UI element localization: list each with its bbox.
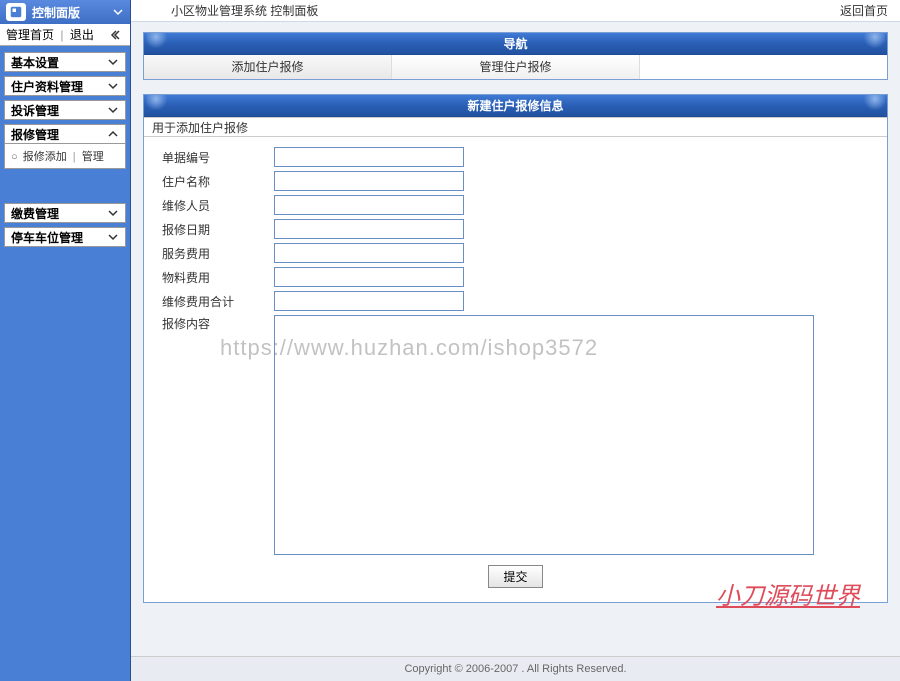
label-material-fee: 物料费用 xyxy=(154,269,274,286)
input-service-fee[interactable] xyxy=(274,243,464,263)
menu-repair[interactable]: 报修管理 xyxy=(4,124,126,144)
input-order-no[interactable] xyxy=(274,147,464,167)
tab-empty xyxy=(640,55,887,79)
sidebar-quick-links: 管理首页 | 退出 xyxy=(0,24,130,46)
menu-resident-info[interactable]: 住户资料管理 xyxy=(4,76,126,96)
menu-label: 投诉管理 xyxy=(11,102,59,119)
chevron-down-icon xyxy=(107,80,119,92)
footer: Copyright © 2006-2007 . All Rights Reser… xyxy=(131,656,900,681)
breadcrumb: 小区物业管理系统 控制面板 xyxy=(171,2,840,19)
input-repair-date[interactable] xyxy=(274,219,464,239)
menu-label: 停车车位管理 xyxy=(11,229,83,246)
sidebar-menu: 基本设置 住户资料管理 投诉管理 报修管理 xyxy=(0,46,130,681)
label-service-fee: 服务费用 xyxy=(154,245,274,262)
chevron-down-icon xyxy=(107,207,119,219)
label-total-fee: 维修费用合计 xyxy=(154,293,274,310)
control-panel-icon xyxy=(6,3,26,21)
submenu-repair-manage[interactable]: 管理 xyxy=(82,151,104,163)
chevron-up-icon xyxy=(107,128,119,140)
bullet-icon: ○ xyxy=(11,151,18,163)
menu-label: 缴费管理 xyxy=(11,205,59,222)
chevron-down-icon xyxy=(107,104,119,116)
menu-payment[interactable]: 缴费管理 xyxy=(4,203,126,223)
nav-panel: 导航 添加住户报修 管理住户报修 xyxy=(143,32,888,80)
form-body: 单据编号 住户名称 维修人员 报修日期 xyxy=(144,137,887,602)
top-bar: 小区物业管理系统 控制面板 返回首页 xyxy=(131,0,900,22)
sidebar-header: 控制面版 xyxy=(0,0,130,24)
label-content: 报修内容 xyxy=(154,315,274,332)
menu-repair-submenu: ○ 报修添加 | 管理 xyxy=(4,144,126,169)
collapse-left-icon[interactable] xyxy=(110,28,124,42)
separator: | xyxy=(60,28,63,42)
label-order-no: 单据编号 xyxy=(154,149,274,166)
chevron-down-icon xyxy=(107,231,119,243)
menu-label: 报修管理 xyxy=(11,126,59,143)
submit-button[interactable]: 提交 xyxy=(488,565,542,588)
form-panel: 新建住户报修信息 用于添加住户报修 单据编号 住户名称 维修人员 xyxy=(143,94,888,603)
separator: | xyxy=(73,151,76,163)
textarea-content[interactable] xyxy=(274,315,814,555)
sidebar: 控制面版 管理首页 | 退出 基本设置 住户资料管理 xyxy=(0,0,130,681)
menu-parking[interactable]: 停车车位管理 xyxy=(4,227,126,247)
back-home-link[interactable]: 返回首页 xyxy=(840,2,888,19)
nav-panel-title: 导航 xyxy=(144,33,887,55)
menu-basic-settings[interactable]: 基本设置 xyxy=(4,52,126,72)
menu-complaint[interactable]: 投诉管理 xyxy=(4,100,126,120)
form-panel-title: 新建住户报修信息 xyxy=(144,95,887,117)
chevron-down-icon[interactable] xyxy=(112,6,124,18)
tab-add-repair[interactable]: 添加住户报修 xyxy=(144,55,392,79)
label-repairman: 维修人员 xyxy=(154,197,274,214)
form-hint: 用于添加住户报修 xyxy=(144,117,887,137)
nav-tabs: 添加住户报修 管理住户报修 xyxy=(144,55,887,79)
submenu-repair-add[interactable]: 报修添加 xyxy=(23,151,67,163)
admin-home-link[interactable]: 管理首页 xyxy=(6,28,54,42)
input-repairman[interactable] xyxy=(274,195,464,215)
logout-link[interactable]: 退出 xyxy=(70,28,94,42)
input-total-fee[interactable] xyxy=(274,291,464,311)
menu-label: 基本设置 xyxy=(11,54,59,71)
label-repair-date: 报修日期 xyxy=(154,221,274,238)
input-resident-name[interactable] xyxy=(274,171,464,191)
tab-manage-repair[interactable]: 管理住户报修 xyxy=(392,55,640,79)
input-material-fee[interactable] xyxy=(274,267,464,287)
control-panel-title: 控制面版 xyxy=(32,4,112,21)
menu-label: 住户资料管理 xyxy=(11,78,83,95)
chevron-down-icon xyxy=(107,56,119,68)
content-area: 导航 添加住户报修 管理住户报修 新建住户报修信息 用于添加住户报修 单据编号 … xyxy=(131,22,900,656)
main-area: 小区物业管理系统 控制面板 返回首页 导航 添加住户报修 管理住户报修 新建住户… xyxy=(130,0,900,681)
label-resident-name: 住户名称 xyxy=(154,173,274,190)
